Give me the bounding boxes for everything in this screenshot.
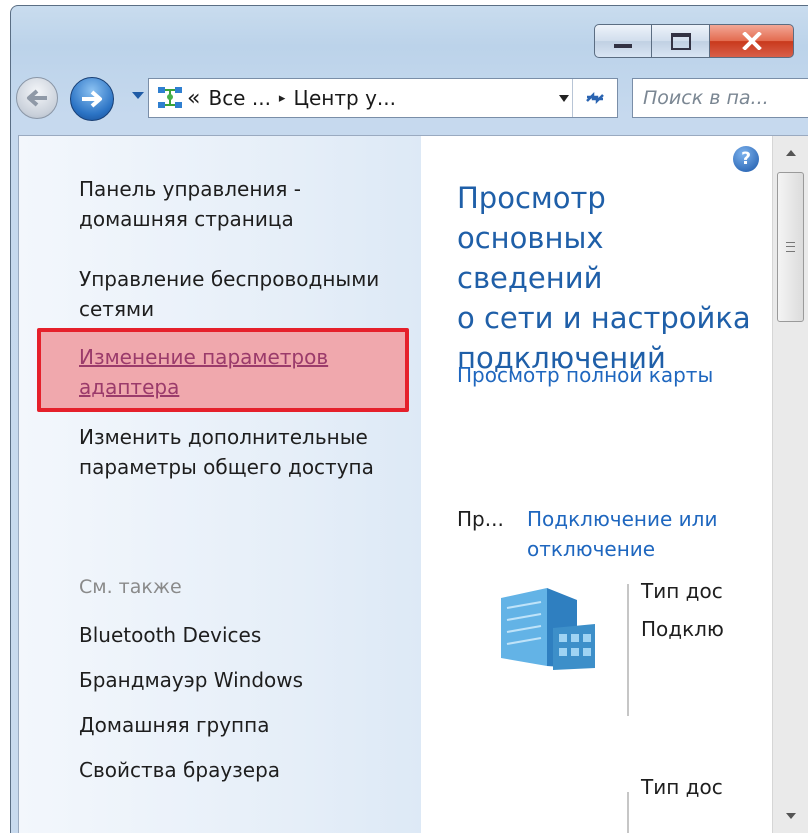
help-icon[interactable]: ? (733, 146, 759, 172)
breadcrumb-item-all[interactable]: Все ... (208, 86, 270, 110)
scroll-up-icon (786, 150, 796, 156)
search-input[interactable]: Поиск в па... (632, 78, 808, 118)
view-full-map-link[interactable]: Просмотр полной карты (457, 360, 713, 390)
see-also-browser-properties[interactable]: Свойства браузера (79, 755, 280, 785)
link-line: параметры общего доступа (79, 455, 374, 479)
main-pane: Просмотр основных сведений о сети и наст… (421, 136, 773, 833)
see-also-firewall[interactable]: Брандмауэр Windows (79, 665, 303, 695)
content-area: Панель управления - домашняя страница Уп… (18, 135, 808, 833)
see-also-heading: См. также (79, 576, 182, 598)
network-building-icon (499, 584, 599, 678)
link-line: адаптера (79, 375, 180, 399)
breadcrumb-overflow[interactable]: « (187, 86, 200, 111)
scroll-thumb[interactable] (777, 172, 804, 322)
minimize-button[interactable] (594, 24, 652, 58)
maximize-icon (670, 32, 691, 50)
scroll-down-icon (786, 813, 796, 819)
see-also-homegroup[interactable]: Домашняя группа (79, 710, 269, 740)
network-center-icon (153, 82, 187, 114)
grip-icon (786, 242, 795, 252)
breadcrumb-item-center[interactable]: Центр у... (293, 86, 396, 110)
page-title: Просмотр основных сведений о сети и наст… (457, 178, 757, 378)
refresh-button[interactable] (572, 79, 617, 117)
address-bar[interactable]: « Все ... ▸ Центр у... (148, 78, 618, 118)
link-line: отключение (527, 537, 656, 561)
connections-label: Подклю (641, 617, 724, 641)
network-label-truncated: Пр... (457, 507, 504, 531)
address-dropdown[interactable] (559, 95, 569, 102)
maximize-button[interactable] (652, 24, 710, 58)
link-line: Панель управления - (79, 177, 302, 201)
connect-disconnect-link[interactable]: Подключение или отключение (527, 504, 717, 564)
caption-buttons (594, 24, 794, 58)
advanced-sharing-link[interactable]: Изменить дополнительные параметры общего… (79, 422, 374, 482)
title-line: основных сведений (457, 221, 604, 295)
minimize-icon (614, 44, 632, 48)
access-type-label: Тип дос (641, 579, 723, 603)
vertical-scrollbar[interactable] (772, 136, 808, 833)
forward-arrow-icon (82, 90, 102, 108)
breadcrumb-separator[interactable]: ▸ (279, 91, 286, 106)
link-line: Подключение или (527, 507, 718, 531)
control-panel-home-link[interactable]: Панель управления - домашняя страница (79, 174, 301, 234)
access-type-label-2: Тип дос (641, 775, 723, 799)
link-line: Изменение параметров (79, 345, 329, 369)
link-line: домашняя страница (79, 207, 294, 231)
refresh-icon (586, 91, 604, 105)
change-adapter-settings-link[interactable]: Изменение параметров адаптера (79, 342, 328, 402)
forward-button[interactable] (70, 77, 114, 121)
link-line: сетями (79, 297, 155, 321)
scroll-down-button[interactable] (773, 799, 808, 833)
link-line: Изменить дополнительные (79, 425, 368, 449)
scroll-up-button[interactable] (773, 136, 808, 170)
divider (627, 584, 629, 716)
close-icon (741, 32, 762, 50)
breadcrumb: « Все ... ▸ Центр у... (187, 86, 396, 111)
manage-wireless-link[interactable]: Управление беспроводными сетями (79, 264, 379, 324)
tasks-pane: Панель управления - домашняя страница Уп… (19, 136, 421, 833)
title-line: Просмотр (457, 181, 606, 215)
recent-pages-dropdown[interactable] (132, 92, 144, 99)
link-line: Управление беспроводными (79, 267, 380, 291)
see-also-bluetooth[interactable]: Bluetooth Devices (79, 620, 261, 650)
back-arrow-icon (27, 89, 47, 107)
close-button[interactable] (710, 24, 794, 58)
title-line: о сети и настройка (457, 301, 751, 335)
back-button[interactable] (16, 77, 58, 119)
divider (627, 792, 629, 833)
